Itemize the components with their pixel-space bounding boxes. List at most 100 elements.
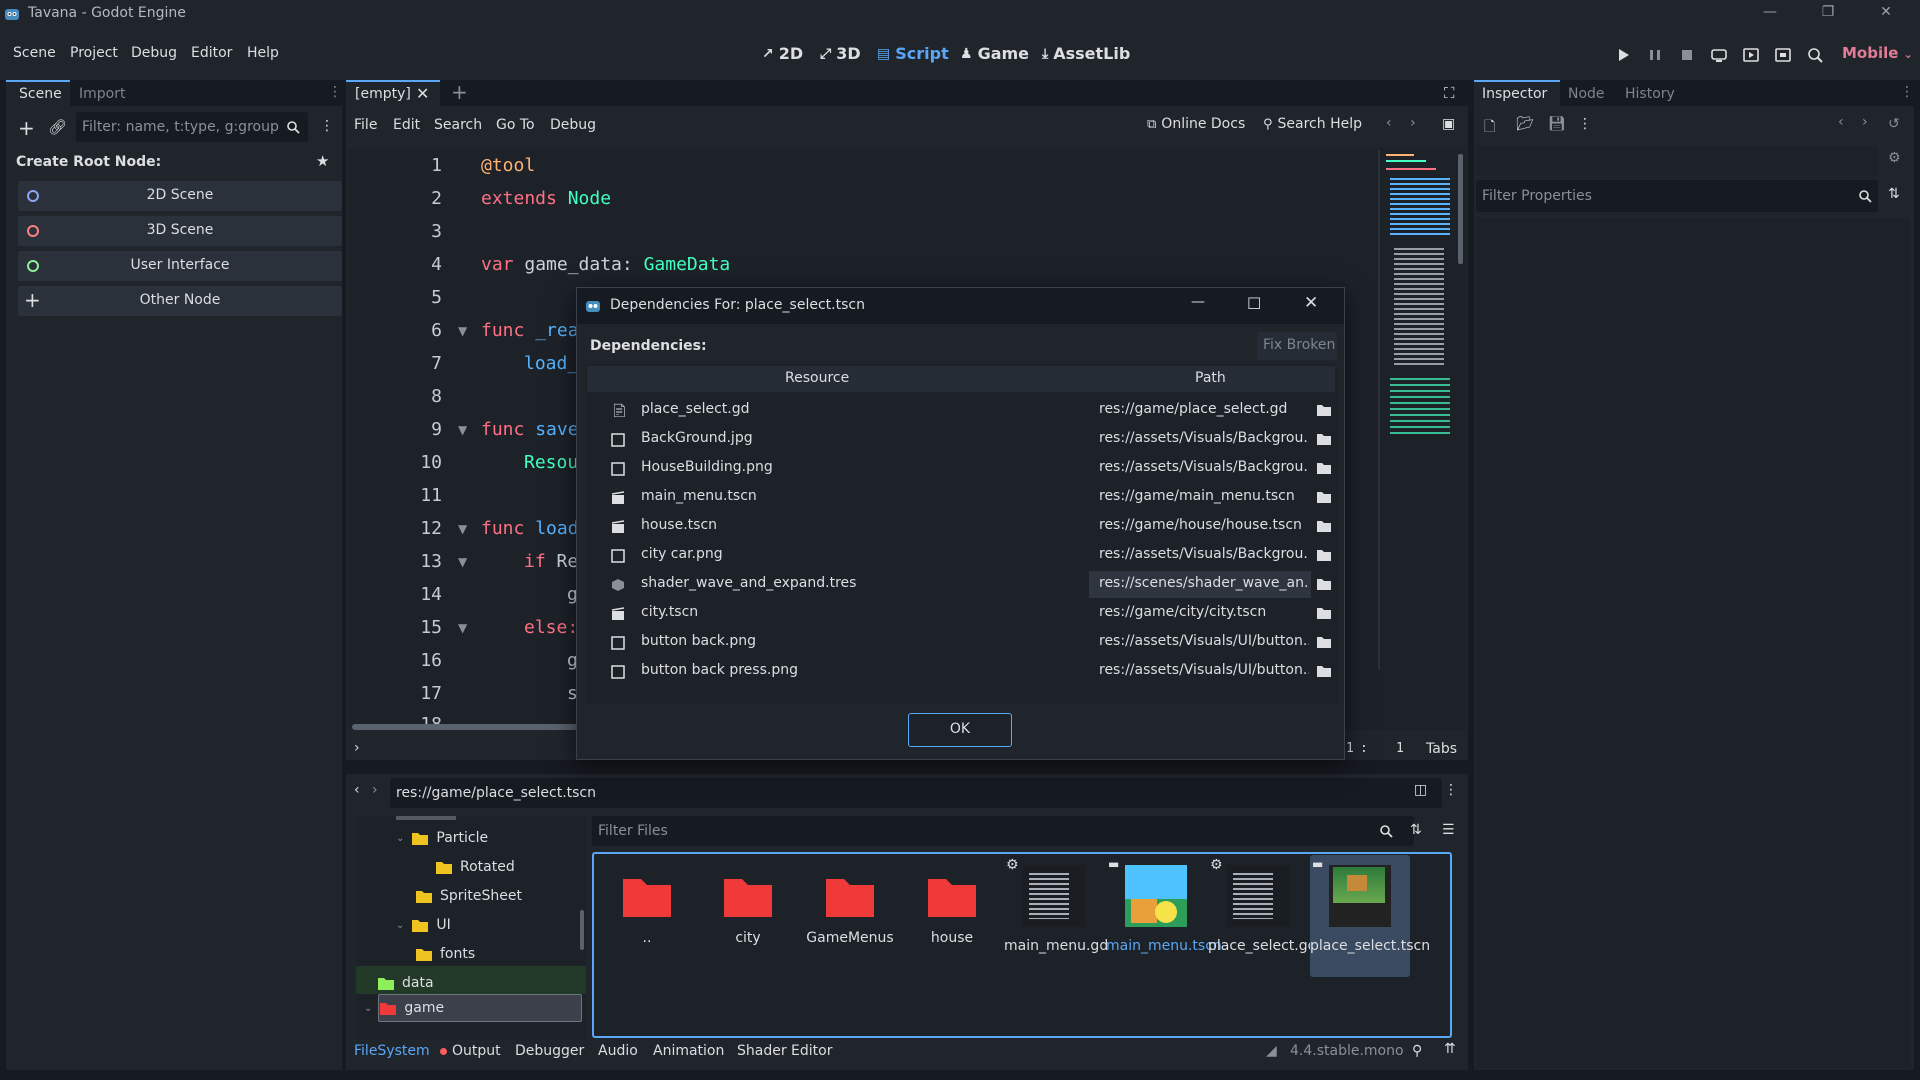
- tree-item-rotated[interactable]: Rotated: [436, 859, 515, 875]
- folder-icon[interactable]: [1317, 491, 1331, 503]
- folder-icon[interactable]: [1317, 636, 1331, 648]
- remote-debug-icon[interactable]: [1710, 46, 1728, 64]
- close-icon[interactable]: ✕: [1876, 4, 1896, 24]
- editor-menu-file[interactable]: File: [354, 117, 377, 133]
- sort-icon[interactable]: ⇅: [1410, 822, 1422, 838]
- dependency-row[interactable]: city.tscn res://game/city/city.tscn: [591, 599, 1331, 628]
- fs-forward-icon[interactable]: ›: [372, 782, 378, 798]
- dependency-row[interactable]: 📄︎ place_select.gd res://game/place_sele…: [591, 396, 1331, 425]
- fs-path-field[interactable]: res://game/place_select.tscn: [390, 778, 1442, 808]
- editor-menu-edit[interactable]: Edit: [393, 117, 420, 133]
- dependency-row[interactable]: HouseBuilding.png res://assets/Visuals/B…: [591, 454, 1331, 483]
- tab-history[interactable]: History: [1625, 86, 1675, 102]
- fold-arrow-icon[interactable]: ▼: [458, 522, 467, 536]
- movie-maker-icon[interactable]: [1806, 46, 1824, 64]
- folder-icon[interactable]: [1317, 520, 1331, 532]
- minimize-icon[interactable]: —: [1191, 294, 1205, 310]
- editor-menu-debug[interactable]: Debug: [550, 117, 596, 133]
- root-other-node-button[interactable]: + Other Node: [18, 286, 342, 316]
- folder-icon[interactable]: [1317, 549, 1331, 561]
- editor-menu-search[interactable]: Search: [434, 117, 482, 133]
- play-icon[interactable]: [1614, 46, 1632, 64]
- renderer-selector[interactable]: Mobile ⌄: [1842, 44, 1913, 62]
- tab-scene[interactable]: Scene: [6, 80, 70, 108]
- ok-button[interactable]: OK: [908, 713, 1012, 747]
- tab-empty-script[interactable]: [empty] ✕: [346, 80, 440, 108]
- recent-history-icon[interactable]: ↺: [1888, 116, 1900, 132]
- new-resource-icon[interactable]: 🗋: [1484, 116, 1495, 140]
- object-properties-icon[interactable]: ⚙: [1888, 150, 1901, 166]
- menu-help[interactable]: Help: [247, 45, 279, 61]
- history-back-icon[interactable]: ‹: [1386, 115, 1392, 131]
- inspector-options-icon[interactable]: ⇅: [1888, 186, 1900, 202]
- resource-options-icon[interactable]: ⋮: [1578, 116, 1592, 132]
- split-mode-icon[interactable]: ◫: [1414, 782, 1427, 798]
- file-tile-place-select-gd[interactable]: ⚙ place_select.gd: [1208, 855, 1317, 955]
- dock-menu-icon[interactable]: ⋮: [328, 84, 342, 100]
- workspace-3d-button[interactable]: ⤢ 3D: [820, 44, 861, 63]
- fold-arrow-icon[interactable]: ▼: [458, 555, 467, 569]
- code-minimap[interactable]: [1382, 148, 1464, 448]
- object-selector[interactable]: [1476, 146, 1878, 176]
- fold-arrow-icon[interactable]: ▼: [458, 423, 467, 437]
- root-user-interface-button[interactable]: User Interface: [18, 251, 342, 281]
- restore-icon[interactable]: ❐: [1818, 4, 1838, 24]
- tab-animation[interactable]: Animation: [653, 1043, 724, 1059]
- fold-arrow-icon[interactable]: ▼: [458, 621, 467, 635]
- close-icon[interactable]: ✕: [1304, 293, 1318, 313]
- fold-arrow-icon[interactable]: ▼: [458, 324, 467, 338]
- stop-icon[interactable]: [1678, 46, 1696, 64]
- file-tile-parent[interactable]: ..: [597, 855, 697, 947]
- tab-import[interactable]: Import: [79, 86, 125, 102]
- dependency-row[interactable]: BackGround.jpg res://assets/Visuals/Back…: [591, 425, 1331, 454]
- dependency-row[interactable]: main_menu.tscn res://game/main_menu.tscn: [591, 483, 1331, 512]
- workspace-2d-button[interactable]: ↗ 2D: [762, 44, 803, 63]
- tab-output[interactable]: Output: [452, 1043, 501, 1059]
- tab-debugger[interactable]: Debugger: [515, 1043, 584, 1059]
- fs-tree[interactable]: ⌄ Particle Rotated SpriteSheet ⌄ UI font…: [356, 816, 586, 1040]
- root-2d-scene-button[interactable]: 2D Scene: [18, 181, 342, 211]
- tab-shader-editor[interactable]: Shader Editor: [737, 1043, 832, 1059]
- scene-filter-input[interactable]: Filter: name, t:type, g:group: [76, 112, 308, 142]
- inspector-forward-icon[interactable]: ›: [1862, 114, 1868, 130]
- file-filter-input[interactable]: Filter Files: [592, 816, 1414, 846]
- folder-icon[interactable]: [1317, 404, 1331, 416]
- folder-icon[interactable]: [1317, 433, 1331, 445]
- menu-debug[interactable]: Debug: [131, 45, 177, 61]
- add-node-icon[interactable]: +: [18, 116, 35, 140]
- dependency-row[interactable]: button back.png res://assets/Visuals/UI/…: [591, 628, 1331, 657]
- indent-mode[interactable]: Tabs: [1426, 741, 1457, 757]
- workspace-assetlib-button[interactable]: ⤓ AssetLib: [1042, 44, 1130, 63]
- menu-project[interactable]: Project: [70, 45, 118, 61]
- file-tile-city[interactable]: city: [698, 855, 798, 947]
- save-resource-icon[interactable]: 💾︎: [1548, 116, 1566, 132]
- tab-node[interactable]: Node: [1568, 86, 1605, 102]
- workspace-game-button[interactable]: ♟ Game: [960, 44, 1029, 63]
- online-docs-button[interactable]: ⧉ Online Docs: [1147, 116, 1245, 132]
- root-3d-scene-button[interactable]: 3D Scene: [18, 216, 342, 246]
- dependency-row[interactable]: button back press.png res://assets/Visua…: [591, 657, 1331, 686]
- list-view-icon[interactable]: ☰: [1442, 822, 1455, 838]
- toggle-files-panel-icon[interactable]: ›: [354, 740, 360, 756]
- file-tile-gamemenus[interactable]: GameMenus: [800, 855, 900, 947]
- pin-icon[interactable]: ⚲: [1412, 1043, 1422, 1059]
- tree-item-particle[interactable]: ⌄ Particle: [396, 830, 488, 846]
- tree-item-data[interactable]: data: [378, 975, 434, 991]
- editor-menu-goto[interactable]: Go To: [496, 117, 535, 133]
- file-tile-main-menu-gd[interactable]: ⚙ main_menu.gd: [1004, 855, 1108, 955]
- workspace-script-button[interactable]: ▤ Script: [877, 44, 949, 63]
- file-tile-house[interactable]: house: [902, 855, 1002, 947]
- tab-filesystem[interactable]: FileSystem: [354, 1043, 430, 1059]
- folder-icon[interactable]: [1317, 578, 1331, 590]
- editor-scrollbar-thumb[interactable]: [1458, 154, 1463, 264]
- tab-inspector[interactable]: Inspector: [1474, 80, 1560, 108]
- menu-editor[interactable]: Editor: [191, 45, 232, 61]
- menu-scene[interactable]: Scene: [13, 45, 56, 61]
- inspector-back-icon[interactable]: ‹: [1838, 114, 1844, 130]
- toggle-scripts-panel-icon[interactable]: ▣: [1442, 116, 1455, 132]
- dependency-row[interactable]: house.tscn res://game/house/house.tscn: [591, 512, 1331, 541]
- maximize-icon[interactable]: ☐: [1247, 294, 1261, 313]
- search-help-button[interactable]: ⚲ Search Help: [1263, 116, 1362, 132]
- file-tile-main-menu-tscn[interactable]: ▬ main_menu.tscn: [1106, 855, 1222, 955]
- pause-icon[interactable]: [1646, 46, 1664, 64]
